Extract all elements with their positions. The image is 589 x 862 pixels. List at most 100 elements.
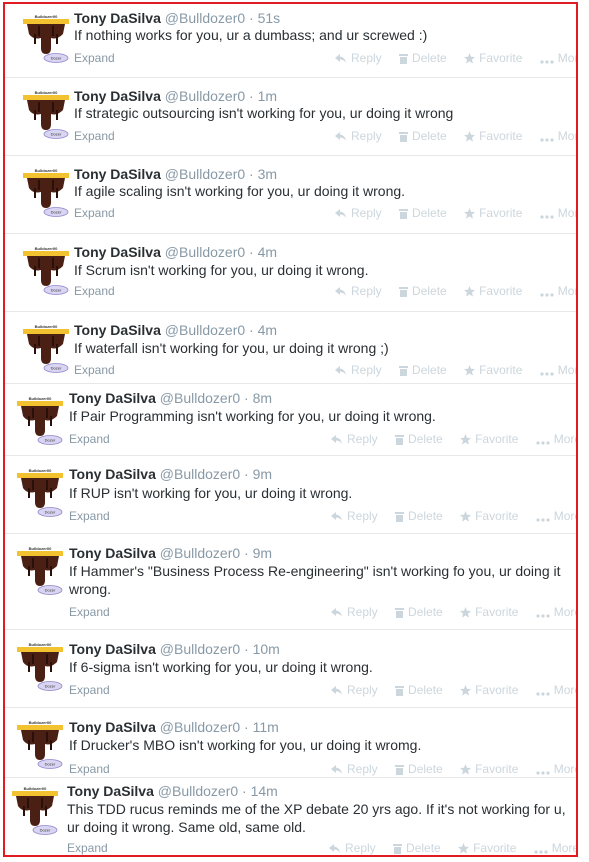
- favorite-button[interactable]: Favorite: [460, 431, 518, 447]
- reply-button[interactable]: Reply: [335, 128, 382, 144]
- tweet-item[interactable]: Bulldozer00 Dozer Tony DaSilva @Bulldoze…: [5, 156, 576, 234]
- avatar[interactable]: Bulldozer00 Dozer: [15, 546, 65, 596]
- tweet-item[interactable]: Bulldozer00 Dozer Tony DaSilva @Bulldoze…: [5, 4, 576, 78]
- more-button[interactable]: More: [536, 431, 576, 447]
- user-handle[interactable]: @Bulldozer0: [158, 783, 238, 799]
- user-name[interactable]: Tony DaSilva: [69, 390, 156, 406]
- favorite-button[interactable]: Favorite: [464, 205, 522, 221]
- tweet-item[interactable]: Bulldozer00 Dozer Tony DaSilva @Bulldoze…: [5, 630, 576, 708]
- delete-button[interactable]: Delete: [399, 205, 447, 221]
- more-button[interactable]: More: [540, 128, 576, 144]
- reply-button[interactable]: Reply: [331, 682, 378, 698]
- delete-button[interactable]: Delete: [395, 682, 443, 698]
- more-button[interactable]: More: [536, 508, 576, 524]
- reply-button[interactable]: Reply: [335, 50, 382, 66]
- timestamp[interactable]: 3m: [258, 166, 277, 182]
- tweet-item[interactable]: Bulldozer00 Dozer Tony DaSilva @Bulldoze…: [5, 778, 576, 855]
- expand-link[interactable]: Expand: [74, 129, 115, 143]
- user-handle[interactable]: @Bulldozer0: [165, 166, 245, 182]
- user-name[interactable]: Tony DaSilva: [69, 466, 156, 482]
- avatar[interactable]: Bulldozer00 Dozer: [21, 246, 71, 296]
- favorite-button[interactable]: Favorite: [460, 682, 518, 698]
- user-handle[interactable]: @Bulldozer0: [160, 719, 240, 735]
- expand-link[interactable]: Expand: [74, 284, 115, 298]
- user-handle[interactable]: @Bulldozer0: [160, 641, 240, 657]
- user-handle[interactable]: @Bulldozer0: [165, 88, 245, 104]
- favorite-button[interactable]: Favorite: [460, 761, 518, 777]
- reply-button[interactable]: Reply: [329, 840, 376, 855]
- avatar[interactable]: Bulldozer00 Dozer: [21, 14, 71, 64]
- user-name[interactable]: Tony DaSilva: [67, 783, 154, 799]
- delete-button[interactable]: Delete: [395, 431, 443, 447]
- delete-button[interactable]: Delete: [393, 840, 441, 855]
- more-button[interactable]: More: [540, 205, 576, 221]
- expand-link[interactable]: Expand: [69, 762, 110, 776]
- tweet-item[interactable]: Bulldozer00 Dozer Tony DaSilva @Bulldoze…: [5, 534, 576, 630]
- user-handle[interactable]: @Bulldozer0: [160, 545, 240, 561]
- user-handle[interactable]: @Bulldozer0: [165, 322, 245, 338]
- user-handle[interactable]: @Bulldozer0: [160, 466, 240, 482]
- avatar[interactable]: Bulldozer00 Dozer: [15, 720, 65, 770]
- expand-link[interactable]: Expand: [69, 432, 110, 446]
- expand-link[interactable]: Expand: [69, 605, 110, 619]
- avatar[interactable]: Bulldozer00 Dozer: [15, 396, 65, 446]
- more-button[interactable]: More: [540, 50, 576, 66]
- tweet-item[interactable]: Bulldozer00 Dozer Tony DaSilva @Bulldoze…: [5, 384, 576, 456]
- more-button[interactable]: More: [540, 283, 576, 299]
- timestamp[interactable]: 4m: [258, 244, 277, 260]
- user-name[interactable]: Tony DaSilva: [74, 244, 161, 260]
- more-button[interactable]: More: [536, 761, 576, 777]
- tweet-item[interactable]: Bulldozer00 Dozer Tony DaSilva @Bulldoze…: [5, 78, 576, 156]
- favorite-button[interactable]: Favorite: [460, 508, 518, 524]
- reply-button[interactable]: Reply: [335, 362, 382, 378]
- reply-button[interactable]: Reply: [331, 508, 378, 524]
- more-button[interactable]: More: [536, 682, 576, 698]
- delete-button[interactable]: Delete: [399, 283, 447, 299]
- user-name[interactable]: Tony DaSilva: [69, 641, 156, 657]
- expand-link[interactable]: Expand: [74, 363, 115, 377]
- user-name[interactable]: Tony DaSilva: [74, 10, 161, 26]
- favorite-button[interactable]: Favorite: [464, 362, 522, 378]
- more-button[interactable]: More: [540, 362, 576, 378]
- timestamp[interactable]: 1m: [258, 88, 277, 104]
- expand-link[interactable]: Expand: [69, 683, 110, 697]
- reply-button[interactable]: Reply: [335, 283, 382, 299]
- delete-button[interactable]: Delete: [399, 128, 447, 144]
- delete-button[interactable]: Delete: [395, 604, 443, 620]
- favorite-button[interactable]: Favorite: [464, 50, 522, 66]
- tweet-item[interactable]: Bulldozer00 Dozer Tony DaSilva @Bulldoze…: [5, 708, 576, 778]
- delete-button[interactable]: Delete: [395, 508, 443, 524]
- delete-button[interactable]: Delete: [395, 761, 443, 777]
- user-handle[interactable]: @Bulldozer0: [160, 390, 240, 406]
- timestamp[interactable]: 9m: [253, 466, 272, 482]
- timestamp[interactable]: 14m: [251, 783, 278, 799]
- reply-button[interactable]: Reply: [335, 205, 382, 221]
- favorite-button[interactable]: Favorite: [458, 840, 516, 855]
- timestamp[interactable]: 11m: [253, 719, 279, 735]
- user-name[interactable]: Tony DaSilva: [74, 322, 161, 338]
- user-name[interactable]: Tony DaSilva: [74, 88, 161, 104]
- more-button[interactable]: More: [536, 604, 576, 620]
- tweet-item[interactable]: Bulldozer00 Dozer Tony DaSilva @Bulldoze…: [5, 234, 576, 312]
- avatar[interactable]: Bulldozer00 Dozer: [15, 642, 65, 692]
- timestamp[interactable]: 4m: [258, 322, 277, 338]
- avatar[interactable]: Bulldozer00 Dozer: [10, 786, 60, 836]
- delete-button[interactable]: Delete: [399, 362, 447, 378]
- expand-link[interactable]: Expand: [74, 51, 115, 65]
- tweet-item[interactable]: Bulldozer00 Dozer Tony DaSilva @Bulldoze…: [5, 312, 576, 384]
- user-name[interactable]: Tony DaSilva: [74, 166, 161, 182]
- avatar[interactable]: Bulldozer00 Dozer: [21, 168, 71, 218]
- reply-button[interactable]: Reply: [331, 761, 378, 777]
- reply-button[interactable]: Reply: [331, 604, 378, 620]
- expand-link[interactable]: Expand: [74, 206, 115, 220]
- timestamp[interactable]: 9m: [253, 545, 272, 561]
- tweet-item[interactable]: Bulldozer00 Dozer Tony DaSilva @Bulldoze…: [5, 456, 576, 534]
- timestamp[interactable]: 8m: [253, 390, 272, 406]
- reply-button[interactable]: Reply: [331, 431, 378, 447]
- timestamp[interactable]: 51s: [258, 10, 281, 26]
- avatar[interactable]: Bulldozer00 Dozer: [21, 90, 71, 140]
- avatar[interactable]: Bulldozer00 Dozer: [15, 468, 65, 518]
- user-name[interactable]: Tony DaSilva: [69, 545, 156, 561]
- user-handle[interactable]: @Bulldozer0: [165, 244, 245, 260]
- favorite-button[interactable]: Favorite: [464, 128, 522, 144]
